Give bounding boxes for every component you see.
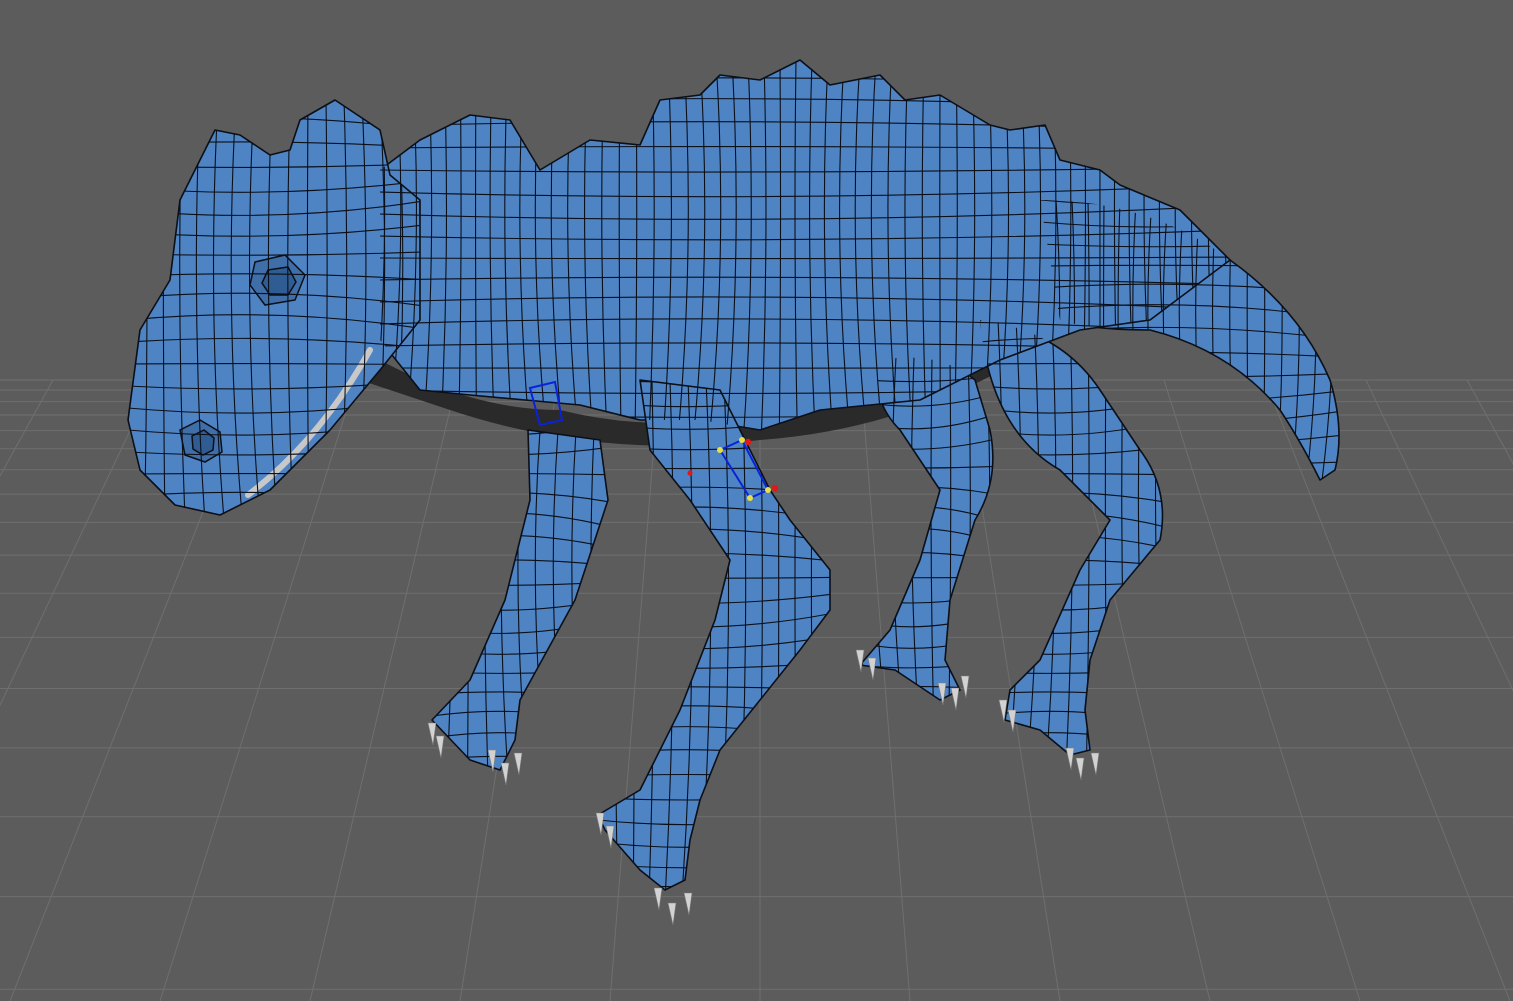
mesh-edge (939, 60, 941, 430)
claw (667, 902, 677, 926)
claw (605, 825, 615, 849)
mesh-edge (432, 473, 608, 476)
claw (595, 812, 605, 836)
mesh-edge (860, 576, 993, 579)
claw (427, 722, 437, 746)
mesh-front-right-leg[interactable] (431, 429, 609, 771)
mesh-body[interactable] (379, 59, 1231, 431)
mesh-edge (380, 60, 1230, 63)
creature-mesh[interactable] (125, 59, 1340, 926)
3d-viewport[interactable] (0, 0, 1513, 1001)
mesh-edge (632, 380, 636, 890)
mesh-edge (128, 100, 420, 109)
claw (1090, 752, 1100, 776)
claw (867, 657, 877, 681)
claw (653, 887, 663, 911)
claw (1065, 747, 1075, 771)
grid-line (309, 379, 458, 1001)
mesh-head[interactable] (127, 99, 421, 516)
claw (513, 752, 523, 776)
claw (960, 675, 970, 699)
claw (500, 762, 510, 786)
grid-line (0, 379, 155, 707)
grid-line (0, 379, 54, 477)
mesh-edge (980, 581, 1163, 586)
grid-line (1264, 379, 1511, 1001)
mesh-edge (380, 367, 1230, 369)
mesh-edge (598, 576, 830, 579)
claw (683, 892, 693, 916)
grid-line (609, 379, 660, 1001)
grid-line (1466, 379, 1513, 465)
claw (855, 649, 865, 673)
mesh-edge (598, 884, 830, 888)
claw (1075, 757, 1085, 781)
mesh-edge (128, 100, 132, 515)
mesh-edge (810, 380, 818, 890)
claw (435, 735, 445, 759)
mesh-edge (598, 773, 830, 779)
grid-line (1365, 379, 1513, 692)
viewport-scene[interactable] (0, 0, 1513, 1001)
mesh-edge (1224, 60, 1230, 430)
claw (950, 687, 960, 711)
mesh-edge (467, 430, 469, 770)
grid-line (860, 379, 911, 1001)
